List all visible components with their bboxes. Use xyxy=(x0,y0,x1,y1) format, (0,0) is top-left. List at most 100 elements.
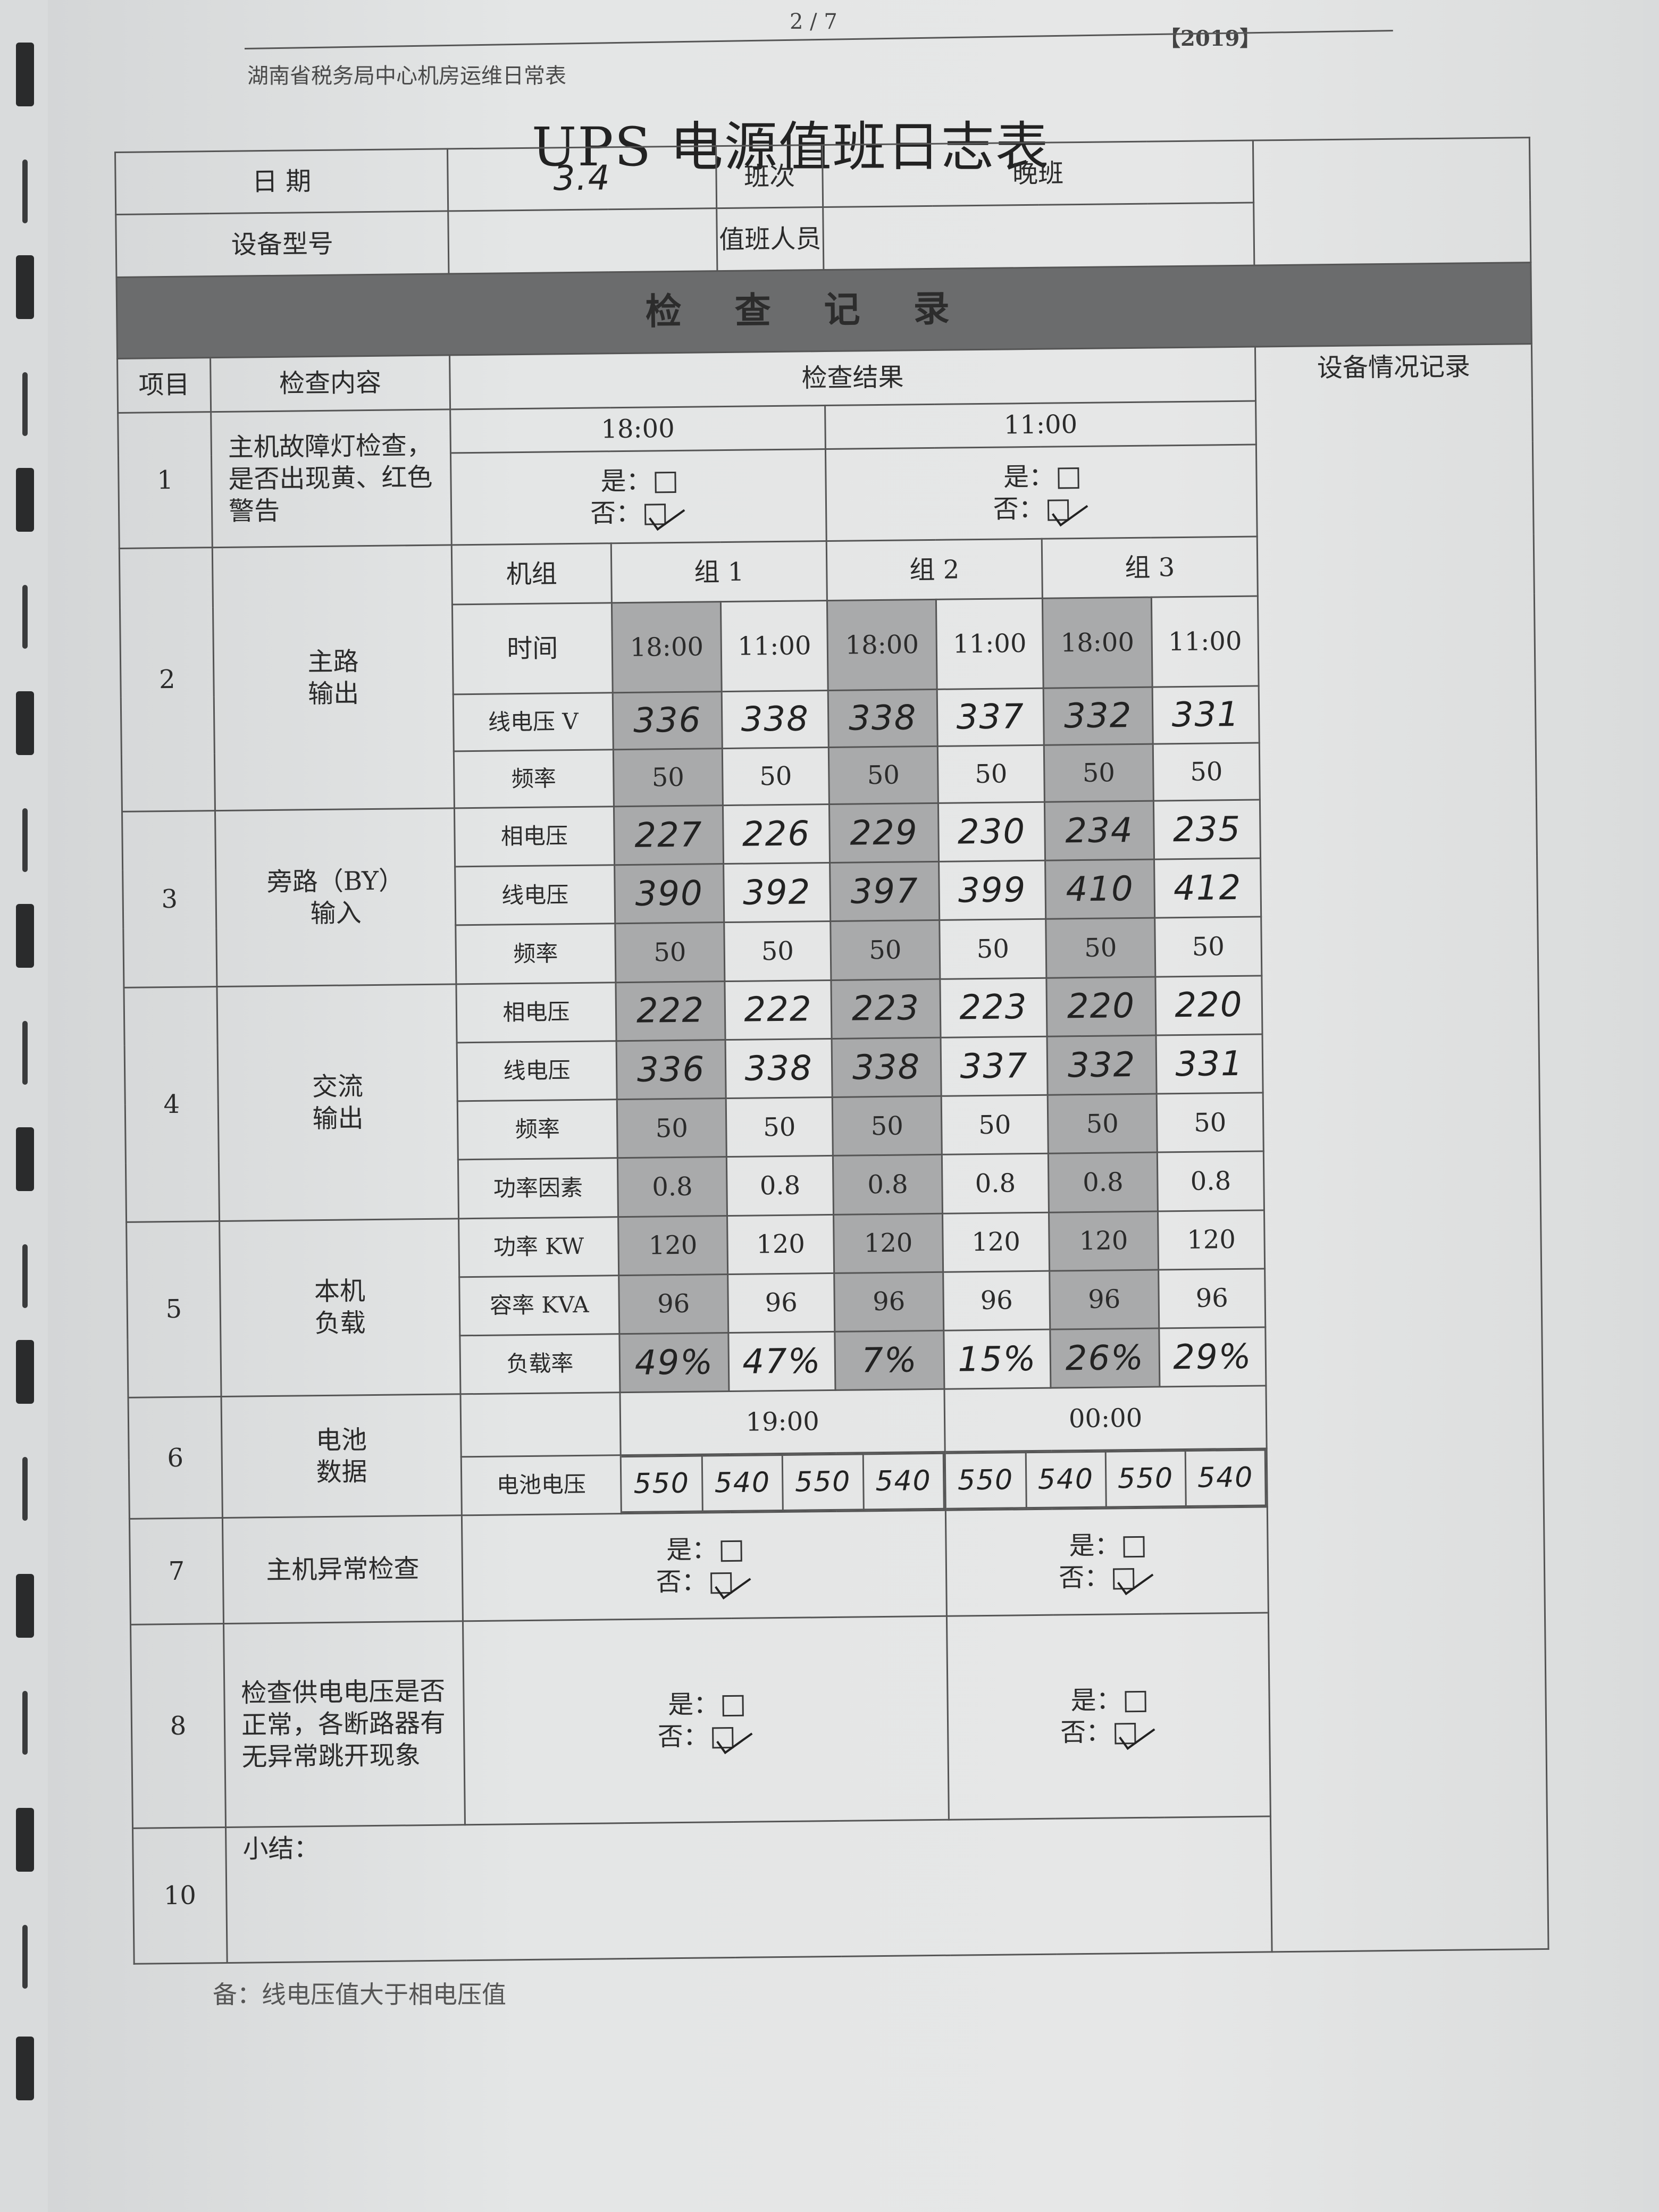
value-cell: 96 xyxy=(943,1270,1050,1331)
value-cell[interactable]: 29% xyxy=(1159,1327,1266,1387)
header-title: 湖南省税务局中心机房运维日常表 xyxy=(247,64,566,88)
value-cell[interactable]: 223 xyxy=(831,979,941,1039)
value-cell[interactable]: 234 xyxy=(1044,801,1154,861)
value-cell[interactable]: 332 xyxy=(1047,1035,1157,1095)
value-cell[interactable]: 220 xyxy=(1046,976,1157,1037)
staff-value[interactable] xyxy=(823,203,1254,270)
value-cell[interactable]: 550 xyxy=(1105,1451,1186,1507)
value-cell: 50 xyxy=(724,921,831,982)
value-cell[interactable]: 540 xyxy=(702,1455,783,1511)
value-cell: 50 xyxy=(830,920,940,981)
value-cell: 50 xyxy=(615,923,725,983)
value-cell[interactable]: 47% xyxy=(728,1331,835,1392)
device-value[interactable] xyxy=(448,208,717,274)
value-cell: 50 xyxy=(726,1097,833,1157)
value-cell[interactable]: 550 xyxy=(621,1455,703,1512)
yes-checkbox[interactable] xyxy=(722,1695,744,1717)
value-cell[interactable]: 15% xyxy=(943,1329,1051,1389)
value-cell: 50 xyxy=(937,745,1045,803)
value-cell[interactable]: 338 xyxy=(725,1038,833,1099)
battery-voltage-label: 电池电压 xyxy=(461,1455,622,1515)
shift-value[interactable]: 晚班 xyxy=(822,140,1254,207)
row1-check-a: 是： 否： xyxy=(450,449,827,545)
value-cell[interactable]: 392 xyxy=(723,862,831,923)
no-label: 否： xyxy=(1060,1717,1112,1748)
value-cell: 0.8 xyxy=(726,1155,834,1216)
row6-no: 6 xyxy=(128,1396,223,1519)
value-cell[interactable]: 399 xyxy=(939,860,1046,920)
value-cell: 50 xyxy=(1153,742,1260,801)
date-value[interactable]: 3.4 xyxy=(447,146,717,212)
value-cell[interactable]: 226 xyxy=(723,804,830,864)
yes-checkbox[interactable] xyxy=(1125,1691,1146,1713)
value-cell[interactable]: 337 xyxy=(937,688,1044,747)
value-cell[interactable]: 332 xyxy=(1043,686,1153,745)
row4-no: 4 xyxy=(123,986,220,1222)
battery-time-b: 00:00 xyxy=(944,1386,1267,1452)
yes-checkbox[interactable] xyxy=(1057,467,1079,489)
value-cell[interactable]: 220 xyxy=(1155,975,1263,1035)
value-cell[interactable]: 550 xyxy=(782,1454,864,1511)
device-label: 设备型号 xyxy=(115,211,449,278)
value-cell[interactable]: 540 xyxy=(862,1453,944,1510)
row4-content: 交流 输出 xyxy=(216,984,459,1221)
value-cell[interactable]: 550 xyxy=(945,1452,1026,1509)
value-cell[interactable]: 410 xyxy=(1045,859,1155,919)
value-cell[interactable]: 337 xyxy=(941,1036,1048,1096)
footnote: 备：线电压值大于相电压值 xyxy=(213,1980,506,2009)
no-label: 否： xyxy=(590,498,642,529)
value-cell[interactable]: 223 xyxy=(940,977,1048,1038)
binder-ring xyxy=(22,1925,28,1989)
value-cell[interactable]: 336 xyxy=(613,691,723,750)
no-label: 否： xyxy=(656,1566,708,1597)
yes-label: 是： xyxy=(667,1689,719,1720)
binder-ring xyxy=(22,1244,28,1308)
page-number: 2 / 7 xyxy=(790,10,837,34)
value-cell[interactable]: 390 xyxy=(614,864,724,924)
time-label: 时间 xyxy=(452,603,613,694)
value-cell[interactable]: 227 xyxy=(614,805,724,865)
yes-checkbox[interactable] xyxy=(655,472,676,493)
check-mark-icon xyxy=(650,505,687,524)
value-cell[interactable]: 540 xyxy=(1185,1449,1266,1506)
row7-content: 主机异常检查 xyxy=(222,1515,463,1624)
row1-content: 主机故障灯检查，是否出现黄、红色警告 xyxy=(211,409,452,548)
summary-label: 小结： xyxy=(242,1833,320,1864)
value-cell[interactable]: 412 xyxy=(1154,858,1261,918)
value-cell: 50 xyxy=(1045,918,1155,978)
binder-ring xyxy=(16,1574,34,1638)
value-cell[interactable]: 338 xyxy=(722,690,829,749)
value-cell[interactable]: 336 xyxy=(616,1040,726,1100)
value-cell[interactable]: 7% xyxy=(834,1330,944,1390)
value-cell[interactable]: 397 xyxy=(830,861,940,921)
value-cell[interactable]: 229 xyxy=(829,803,939,863)
binder-ring xyxy=(22,1691,28,1755)
value-cell[interactable]: 26% xyxy=(1050,1328,1160,1388)
value-cell[interactable]: 338 xyxy=(832,1037,942,1097)
battery-time-blank xyxy=(460,1392,621,1457)
value-cell[interactable]: 230 xyxy=(938,802,1045,862)
row1-time-b: 11:00 xyxy=(825,400,1256,449)
value-cell: 50 xyxy=(1048,1094,1158,1154)
freq-label: 频率 xyxy=(457,1099,618,1160)
summary-cell[interactable]: 小结： xyxy=(225,1813,1549,1963)
value-cell[interactable]: 235 xyxy=(1153,800,1261,860)
value-cell[interactable]: 540 xyxy=(1025,1451,1107,1508)
value-cell[interactable]: 49% xyxy=(619,1333,729,1393)
value-cell: 0.8 xyxy=(617,1157,727,1217)
value-cell[interactable]: 222 xyxy=(724,980,832,1040)
value-cell[interactable]: 338 xyxy=(828,689,938,748)
yes-checkbox[interactable] xyxy=(1123,1536,1145,1558)
yes-checkbox[interactable] xyxy=(720,1540,742,1562)
line-voltage-label: 线电压 V xyxy=(453,692,614,751)
value-cell[interactable]: 222 xyxy=(615,981,726,1041)
check-mark-icon xyxy=(717,1729,755,1747)
load-rate-label: 负载率 xyxy=(459,1334,621,1395)
value-cell: 50 xyxy=(828,746,939,805)
yes-label: 是： xyxy=(666,1535,718,1565)
row2-no: 2 xyxy=(119,547,215,812)
value-cell[interactable]: 331 xyxy=(1156,1034,1263,1094)
value-cell: 120 xyxy=(942,1212,1050,1272)
time-cell: 11:00 xyxy=(936,598,1044,690)
value-cell[interactable]: 331 xyxy=(1152,685,1260,744)
